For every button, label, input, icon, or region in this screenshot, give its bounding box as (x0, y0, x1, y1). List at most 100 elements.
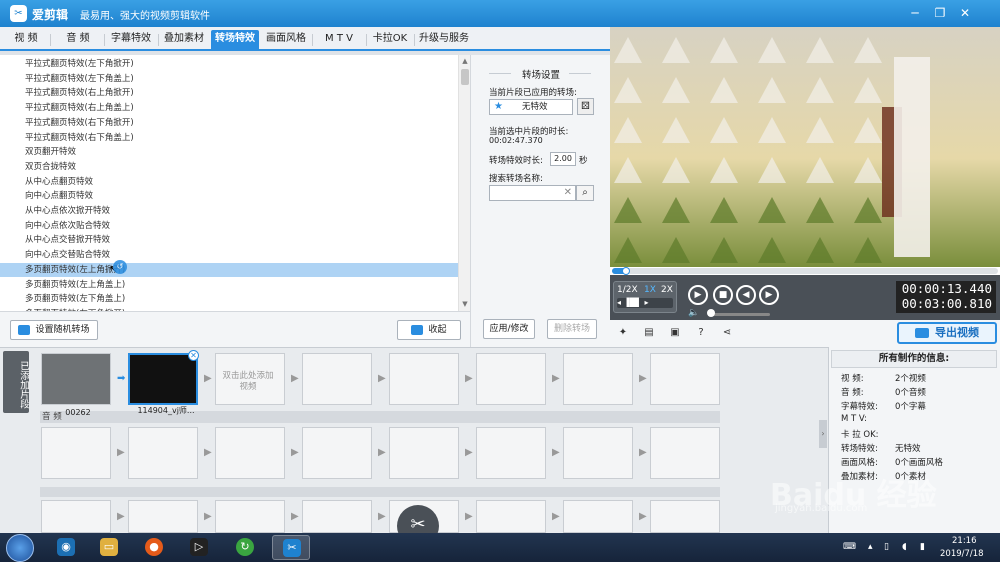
effect-list-item[interactable]: 平拉式翻页特效(右上角盖上) (0, 101, 458, 115)
stop-icon[interactable]: ■ (713, 285, 733, 305)
taskbar-app-media[interactable]: ◉ (47, 535, 85, 560)
transition-arrow-icon[interactable]: ▶ (204, 448, 212, 458)
tray-expand-icon[interactable]: ▴ (868, 542, 873, 552)
effect-list-item[interactable]: 多页翻页特效(左下角盖上) (0, 292, 458, 306)
speed-2x[interactable]: 2X (661, 285, 673, 295)
tab-upgrade[interactable]: 升级与服务 (416, 30, 472, 50)
scroll-thumb[interactable] (461, 69, 469, 85)
save-icon[interactable]: ▣ (668, 326, 682, 340)
taskbar-app-player[interactable]: ▷ (180, 535, 218, 560)
tab-video[interactable]: 视 频 (4, 30, 48, 50)
empty-clip-slot[interactable] (302, 427, 372, 479)
empty-clip-slot[interactable] (476, 427, 546, 479)
effect-list-item[interactable]: 多页翻页特效(左上角盖上) (0, 278, 458, 292)
random-dice-icon[interactable]: ⚄ (577, 98, 594, 115)
empty-clip-slot[interactable] (563, 500, 633, 533)
scroll-up-icon[interactable]: ▲ (460, 56, 470, 66)
transition-arrow-icon[interactable]: ▶ (378, 511, 386, 522)
tab-subtitle-effects[interactable]: 字幕特效 (107, 30, 155, 50)
clock-date[interactable]: 2019/7/18 (940, 549, 984, 559)
tab-overlay[interactable]: 叠加素材 (160, 30, 208, 50)
volume-icon[interactable]: ◖ (902, 542, 907, 552)
effect-list-item[interactable]: 向中心点依次贴合特效 (0, 219, 458, 233)
empty-clip-slot[interactable] (41, 427, 111, 479)
empty-clip-slot[interactable] (650, 353, 720, 405)
start-menu-icon[interactable] (6, 534, 34, 562)
effect-list-item[interactable]: 向中心点交替贴合特效 (0, 248, 458, 262)
effect-list-item[interactable]: 双页翻开特效 (0, 145, 458, 159)
effect-list-scrollbar[interactable]: ▲ ▼ (458, 55, 470, 311)
empty-clip-slot[interactable] (41, 500, 111, 533)
transition-arrow-icon[interactable]: ▶ (291, 374, 299, 384)
effect-list-item[interactable]: 平拉式翻页特效(右上角掀开) (0, 86, 458, 100)
transition-arrow-icon[interactable]: ▶ (639, 448, 647, 458)
playback-progress[interactable] (612, 267, 998, 275)
tab-audio[interactable]: 音 频 (54, 30, 102, 50)
empty-clip-slot[interactable] (650, 500, 720, 533)
empty-clip-slot[interactable] (215, 427, 285, 479)
keyboard-icon[interactable]: ⌨ (843, 542, 856, 552)
info-collapse-icon[interactable]: › (819, 420, 827, 448)
transition-arrow-icon[interactable]: ▶ (639, 374, 647, 384)
close-icon[interactable]: ✕ (955, 4, 975, 22)
empty-clip-slot[interactable] (476, 353, 546, 405)
transition-arrow-icon[interactable]: ▶ (291, 511, 299, 522)
tab-karaoke[interactable]: 卡拉OK (368, 30, 412, 50)
effect-list-item[interactable]: 从中心点交替掀开特效 (0, 233, 458, 247)
share-icon[interactable]: ⋖ (720, 326, 734, 340)
network-icon[interactable]: ▮ (920, 542, 925, 552)
empty-clip-slot[interactable] (563, 427, 633, 479)
play-icon[interactable]: ▶ (688, 285, 708, 305)
effect-list-item[interactable]: 平拉式翻页特效(左下角掀开) (0, 57, 458, 71)
transition-arrow-icon[interactable]: ▶ (465, 511, 473, 522)
collapse-button[interactable]: 收起 (397, 320, 461, 340)
open-folder-icon[interactable]: ▤ (642, 326, 656, 340)
mute-speaker-icon[interactable]: 🔈 (688, 308, 699, 318)
battery-icon[interactable]: ▯ (884, 542, 889, 552)
minimize-icon[interactable]: ─ (905, 4, 925, 22)
scroll-down-icon[interactable]: ▼ (460, 299, 470, 309)
add-to-clip-icon[interactable]: ↺ (113, 260, 127, 274)
transition-arrow-icon[interactable]: ▶ (465, 374, 473, 384)
transition-search-input[interactable]: ✕ (489, 185, 576, 201)
transition-arrow-icon[interactable]: ➡ (117, 374, 125, 384)
speed-track[interactable]: ◂ ▐█▌ ▸ (617, 298, 673, 308)
restore-icon[interactable]: ❐ (930, 4, 950, 22)
video-preview[interactable] (610, 27, 1000, 267)
transition-arrow-icon[interactable]: ▶ (117, 448, 125, 458)
transition-arrow-icon[interactable]: ▶ (378, 448, 386, 458)
empty-clip-slot[interactable] (389, 427, 459, 479)
effect-list-item[interactable]: 向中心点翻页特效 (0, 189, 458, 203)
tab-picture-style[interactable]: 画面风格 (262, 30, 310, 50)
transition-arrow-icon[interactable]: ▶ (204, 374, 212, 384)
export-video-button[interactable]: 导出视频 (897, 322, 997, 344)
effect-list-item[interactable]: 从中心点依次掀开特效 (0, 204, 458, 218)
video-clip-thumbnail[interactable]: 00262 (41, 353, 111, 417)
taskbar-app-aijianji[interactable]: ✂ (272, 535, 310, 560)
empty-clip-slot[interactable] (302, 500, 372, 533)
empty-clip-slot[interactable] (563, 353, 633, 405)
effect-list-item[interactable]: 平拉式翻页特效(右下角盖上) (0, 131, 458, 145)
clock-time[interactable]: 21:16 (952, 536, 977, 546)
tab-transitions[interactable]: 转场特效 (211, 30, 259, 50)
add-video-placeholder[interactable]: 双击此处添加视频 (220, 371, 276, 393)
empty-clip-slot[interactable] (302, 353, 372, 405)
random-transition-button[interactable]: 设置随机转场 (10, 320, 98, 340)
new-project-icon[interactable]: ✦ (616, 326, 630, 340)
transition-arrow-icon[interactable]: ▶ (552, 511, 560, 522)
transition-arrow-icon[interactable]: ▶ (291, 448, 299, 458)
transition-arrow-icon[interactable]: ▶ (552, 374, 560, 384)
effect-list-item[interactable]: 平拉式翻页特效(左下角盖上) (0, 72, 458, 86)
transition-arrow-icon[interactable]: ▶ (552, 448, 560, 458)
transition-arrow-icon[interactable]: ▶ (117, 511, 125, 522)
transition-duration-input[interactable]: 2.00 (550, 152, 576, 166)
transition-arrow-icon[interactable]: ▶ (378, 374, 386, 384)
delete-transition-button[interactable]: 删除转场 (547, 319, 597, 339)
video-clip-thumbnail[interactable]: 114904_vj师... (128, 353, 198, 415)
taskbar-app-green[interactable]: ↻ (226, 535, 264, 560)
prev-frame-icon[interactable]: ◀ (736, 285, 756, 305)
empty-clip-slot[interactable] (215, 500, 285, 533)
added-clips-tab[interactable]: 已添加片段 (3, 351, 29, 413)
effect-list-item[interactable]: 平拉式翻页特效(右下角掀开) (0, 116, 458, 130)
tab-mtv[interactable]: M T V (314, 30, 364, 50)
